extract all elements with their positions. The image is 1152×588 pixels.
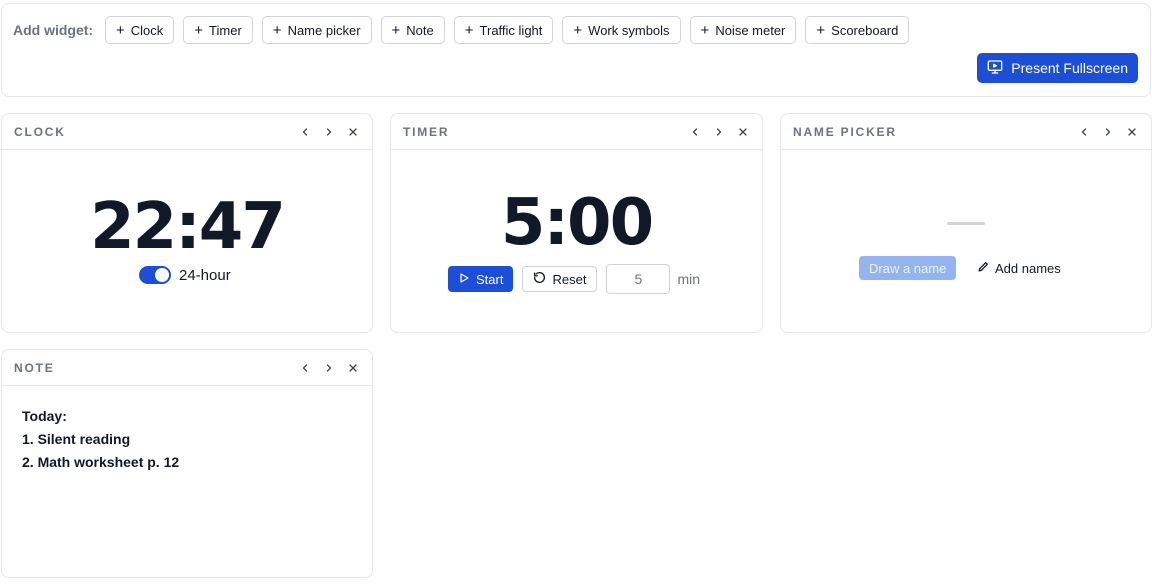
add-scoreboard-button[interactable]: + Scoreboard: [805, 16, 910, 44]
widget-title: Clock: [14, 124, 66, 139]
timer-time: 5:00: [500, 186, 654, 260]
widget-header: Note: [2, 350, 372, 386]
widget-header: Timer: [391, 114, 762, 150]
draw-name-button[interactable]: Draw a name: [859, 256, 957, 280]
close-icon[interactable]: [736, 125, 750, 139]
note-line: 2. Math worksheet p. 12: [22, 454, 180, 470]
monitor-icon: [987, 59, 1003, 78]
add-traffic-light-button[interactable]: + Traffic light: [453, 16, 554, 44]
reset-button[interactable]: Reset: [522, 266, 598, 292]
24-hour-toggle[interactable]: [139, 266, 171, 284]
add-work-symbols-button[interactable]: + Work symbols: [562, 16, 681, 44]
widget-toolbar: Add widget: + Clock + Timer + Name picker +…: [1, 3, 1151, 97]
chevron-right-icon[interactable]: [322, 125, 336, 139]
add-widget-label: Add widget:: [13, 22, 94, 38]
clock-time: 22:47: [90, 190, 286, 264]
widget-title: Timer: [403, 124, 450, 139]
rotate-ccw-icon: [533, 271, 546, 287]
start-button[interactable]: Start: [448, 266, 514, 292]
chevron-right-icon[interactable]: [322, 361, 336, 375]
widget-header: Name picker: [781, 114, 1151, 150]
add-timer-button[interactable]: + Timer: [183, 16, 253, 44]
chevron-left-icon[interactable]: [298, 125, 312, 139]
add-clock-button[interactable]: + Clock: [105, 16, 175, 44]
plus-icon: +: [816, 21, 826, 39]
note-widget: Note Today: 1. Silent reading 2. Math wo…: [1, 349, 373, 578]
name-picker-widget: Name picker Draw a name Add names: [780, 113, 1152, 333]
close-icon[interactable]: [346, 125, 360, 139]
plus-icon: +: [272, 21, 282, 39]
clock-widget: Clock 22:47 24-hour: [1, 113, 373, 333]
format-toggle-row: 24-hour: [139, 266, 231, 284]
minutes-input[interactable]: [606, 264, 671, 294]
plus-icon: +: [700, 21, 710, 39]
timer-widget: Timer 5:00 Start Reset min: [390, 113, 763, 333]
note-text[interactable]: Today: 1. Silent reading 2. Math workshe…: [22, 405, 179, 474]
plus-icon: +: [464, 21, 474, 39]
add-name-picker-button[interactable]: + Name picker: [261, 16, 372, 44]
add-widget-buttons: + Clock + Timer + Name picker + Note + Traffi…: [105, 16, 910, 44]
note-line: Today:: [22, 408, 67, 424]
chevron-right-icon[interactable]: [1101, 125, 1115, 139]
close-icon[interactable]: [1125, 125, 1139, 139]
chevron-left-icon[interactable]: [1077, 125, 1091, 139]
plus-icon: +: [116, 21, 125, 39]
toggle-label: 24-hour: [179, 266, 231, 284]
chevron-left-icon[interactable]: [298, 361, 312, 375]
add-names-button[interactable]: Add names: [977, 256, 1061, 280]
timer-controls: Start Reset min: [448, 264, 700, 294]
picked-name-placeholder: [947, 222, 985, 225]
chevron-right-icon[interactable]: [712, 125, 726, 139]
widget-header: Clock: [2, 114, 372, 150]
pencil-icon: [977, 260, 990, 276]
note-line: 1. Silent reading: [22, 431, 131, 447]
add-note-button[interactable]: + Note: [380, 16, 445, 44]
present-fullscreen-button[interactable]: Present Fullscreen: [977, 53, 1138, 83]
close-icon[interactable]: [346, 361, 360, 375]
plus-icon: +: [194, 21, 204, 39]
widget-title: Name picker: [793, 124, 897, 139]
plus-icon: +: [573, 21, 583, 39]
minutes-unit: min: [677, 271, 700, 287]
plus-icon: +: [391, 21, 401, 39]
widget-title: Note: [14, 360, 55, 375]
add-noise-meter-button[interactable]: + Noise meter: [689, 16, 797, 44]
toggle-knob: [155, 268, 169, 282]
play-icon: [458, 272, 470, 287]
chevron-left-icon[interactable]: [688, 125, 702, 139]
